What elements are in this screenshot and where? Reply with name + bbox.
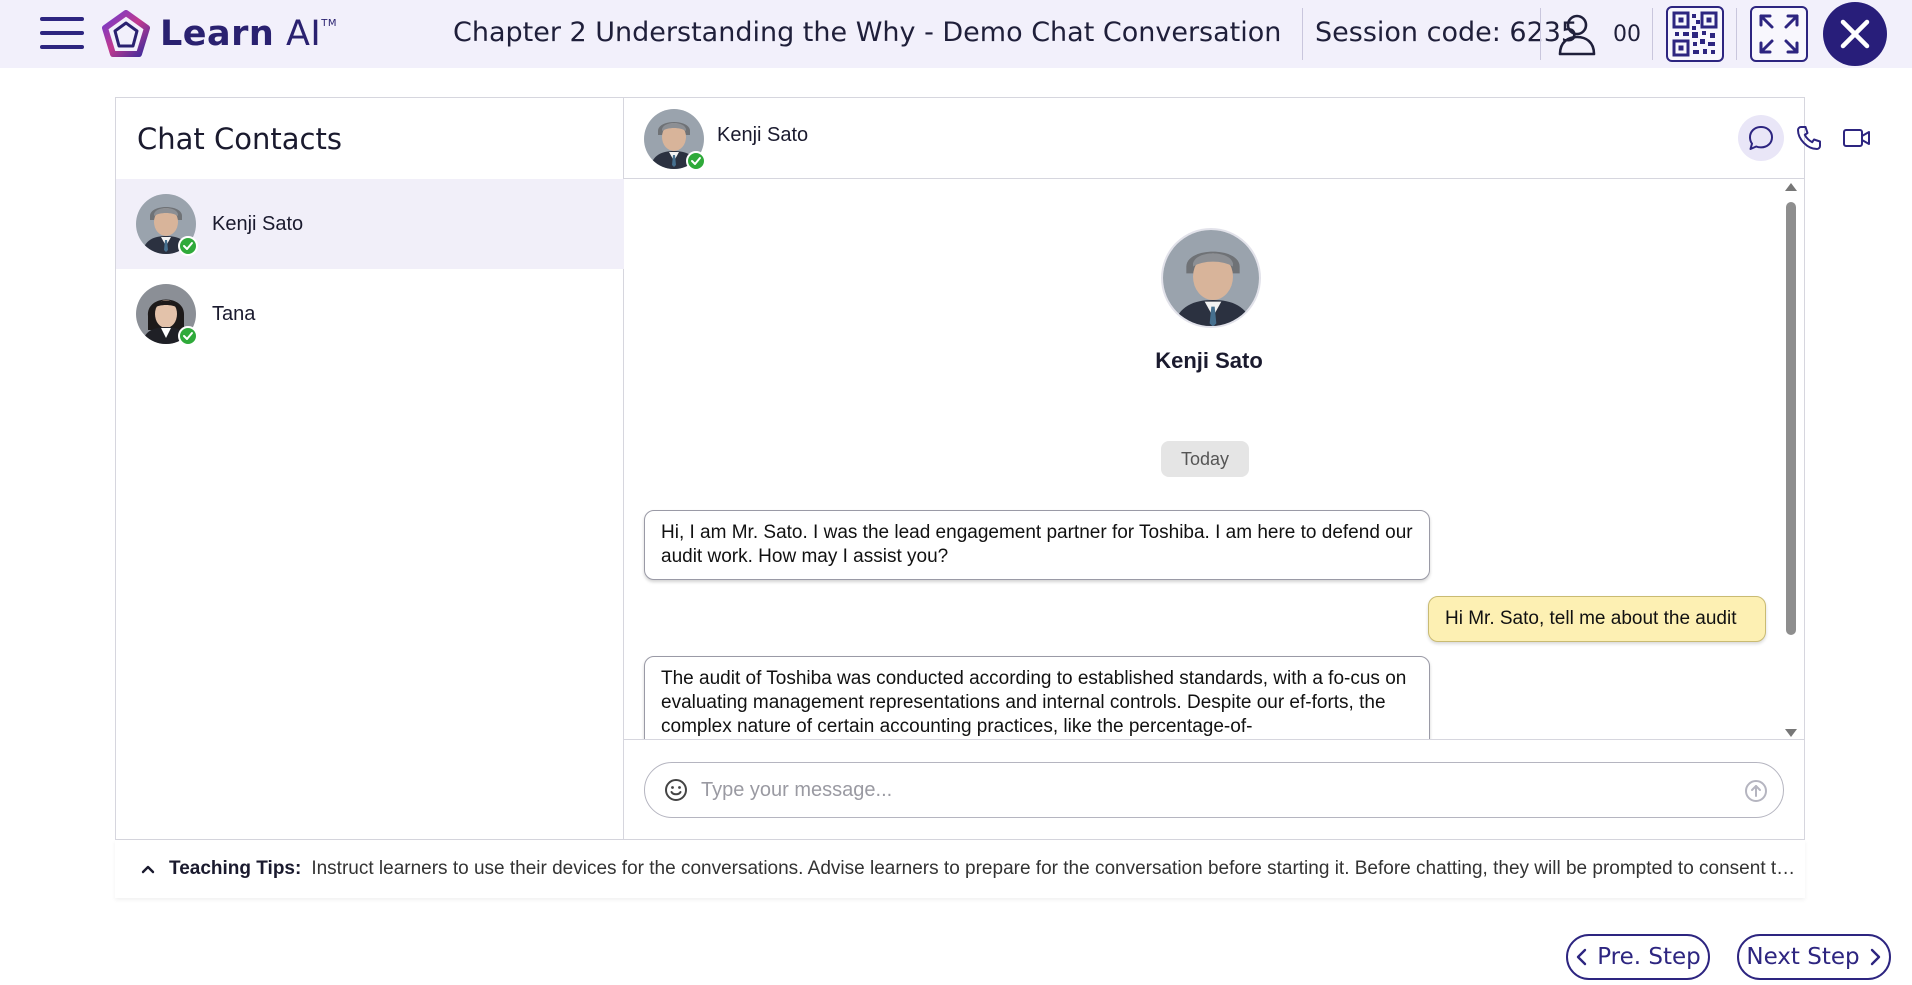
send-icon[interactable] bbox=[1743, 778, 1769, 804]
online-status-icon bbox=[178, 236, 198, 256]
online-status-icon bbox=[178, 326, 198, 346]
scroll-thumb[interactable] bbox=[1786, 202, 1796, 635]
avatar bbox=[644, 109, 706, 171]
pentagon-logo-icon bbox=[102, 10, 150, 57]
message-outgoing: Hi Mr. Sato, tell me about the audit bbox=[1428, 596, 1766, 642]
previous-step-label: Pre. Step bbox=[1597, 944, 1701, 970]
profile-name: Kenji Sato bbox=[1155, 348, 1263, 373]
divider bbox=[1652, 8, 1653, 60]
chevron-right-icon bbox=[1870, 948, 1880, 966]
contact-name: Kenji Sato bbox=[212, 212, 304, 235]
close-icon bbox=[1840, 19, 1870, 49]
video-call-button[interactable] bbox=[1834, 115, 1880, 161]
contacts-title: Chat Contacts bbox=[137, 122, 342, 156]
date-separator: Today bbox=[1161, 441, 1249, 477]
message-list[interactable]: Kenji Sato Today Hi, I am Mr. Sato. I wa… bbox=[624, 180, 1804, 740]
teaching-tips-label: Teaching Tips: bbox=[169, 858, 302, 879]
scrollbar[interactable] bbox=[1784, 180, 1798, 739]
call-button[interactable] bbox=[1786, 115, 1832, 161]
logo-wordmark: Learn AITM bbox=[160, 14, 337, 54]
teaching-tips-text: Instruct learners to use their devices f… bbox=[311, 858, 1802, 879]
contact-name: Tana bbox=[212, 302, 256, 325]
video-camera-icon bbox=[1843, 129, 1870, 147]
chevron-left-icon bbox=[1577, 948, 1587, 966]
next-step-button[interactable]: Next Step bbox=[1737, 934, 1891, 980]
divider bbox=[1302, 8, 1303, 60]
contacts-sidebar: Chat Contacts Kenji Sato Tana bbox=[116, 98, 624, 839]
contact-item-kenji-sato[interactable]: Kenji Sato bbox=[116, 179, 624, 269]
close-button[interactable] bbox=[1823, 2, 1887, 66]
chat-bubble-icon bbox=[1749, 126, 1773, 150]
next-step-label: Next Step bbox=[1746, 944, 1860, 970]
message-composer bbox=[644, 762, 1784, 818]
divider bbox=[1736, 8, 1737, 60]
previous-step-button[interactable]: Pre. Step bbox=[1566, 934, 1710, 980]
chat-area: Kenji Sato Kenji Sato Today Hi, I am Mr.… bbox=[624, 98, 1870, 839]
message-incoming: Hi, I am Mr. Sato. I was the lead engage… bbox=[644, 510, 1430, 580]
qr-code-button[interactable] bbox=[1666, 6, 1724, 62]
user-count: 00 bbox=[1613, 22, 1641, 47]
qr-code-icon bbox=[1672, 11, 1718, 57]
user-icon[interactable] bbox=[1556, 12, 1598, 56]
scroll-down-arrow-icon[interactable] bbox=[1785, 729, 1797, 737]
top-bar: Learn AITM Chapter 2 Understanding the W… bbox=[0, 0, 1912, 68]
man-portrait-icon bbox=[1163, 230, 1259, 326]
contact-item-tana[interactable]: Tana bbox=[116, 269, 624, 359]
expand-icon bbox=[1759, 14, 1799, 54]
chat-button[interactable] bbox=[1738, 115, 1784, 161]
chat-panel: Chat Contacts Kenji Sato Tana Kenji Sato… bbox=[115, 97, 1870, 840]
chat-contact-name: Kenji Sato bbox=[717, 124, 809, 146]
logo: Learn AITM bbox=[102, 10, 337, 58]
session-code: Session code: 6235 bbox=[1315, 17, 1579, 48]
chevron-up-icon[interactable] bbox=[141, 862, 155, 876]
logo-text-ai: AI bbox=[285, 14, 322, 54]
fullscreen-button[interactable] bbox=[1750, 6, 1808, 62]
emoji-icon[interactable] bbox=[663, 777, 689, 803]
avatar bbox=[136, 284, 198, 346]
chat-header: Kenji Sato bbox=[624, 98, 1870, 179]
scroll-up-arrow-icon[interactable] bbox=[1785, 183, 1797, 191]
phone-icon bbox=[1797, 126, 1821, 150]
message-incoming: The audit of Toshiba was conducted accor… bbox=[644, 656, 1430, 739]
avatar bbox=[136, 194, 198, 256]
page-title: Chapter 2 Understanding the Why - Demo C… bbox=[453, 17, 1282, 48]
logo-text-learn: Learn bbox=[160, 14, 275, 54]
profile-avatar bbox=[1161, 228, 1261, 328]
online-status-icon bbox=[686, 151, 706, 171]
message-input[interactable] bbox=[701, 778, 1701, 802]
teaching-tips-bar[interactable]: Teaching Tips: Instruct learners to use … bbox=[115, 840, 1805, 898]
logo-trademark: TM bbox=[321, 18, 337, 29]
menu-icon[interactable] bbox=[40, 17, 86, 51]
divider bbox=[1540, 8, 1541, 60]
